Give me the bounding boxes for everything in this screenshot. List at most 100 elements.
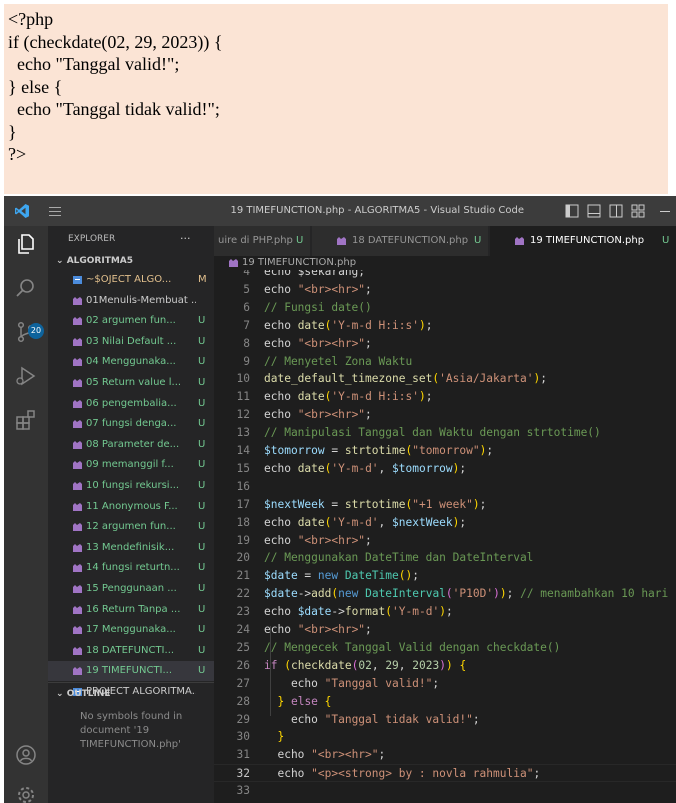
file-item[interactable]: 04 Menggunaka... U — [48, 352, 214, 372]
code-line[interactable]: 21 $date = new DateTime(); — [214, 567, 676, 585]
code-line[interactable]: 25 // Mengecek Tanggal Valid dengan check… — [214, 639, 676, 657]
code-line[interactable]: 28 } else { — [214, 693, 676, 711]
php-file-icon — [73, 358, 82, 367]
code-line[interactable]: 27 echo "Tanggal valid!"; — [214, 675, 676, 693]
file-item[interactable]: 03 Nilai Default ... U — [48, 332, 214, 352]
code-line[interactable]: 33 — [214, 782, 676, 800]
code-line[interactable]: 6 // Fungsi date() — [214, 299, 676, 317]
files-icon[interactable] — [14, 232, 38, 256]
tab-2[interactable]: 18 DATEFUNCTION.php U — [312, 226, 488, 256]
line-source: echo "<br><hr>"; — [264, 406, 372, 424]
code-line[interactable]: 20 // Menggunakan DateTime dan DateInterv… — [214, 549, 676, 567]
code-token: () — [398, 569, 413, 583]
code-line[interactable]: 5 echo "<br><hr>"; — [214, 281, 676, 299]
code-token: ; — [459, 515, 467, 529]
code-line[interactable]: 7 echo date('Y-m-d H:i:s'); — [214, 317, 676, 335]
file-item[interactable]: ~$OJECT ALGO... M — [48, 270, 214, 290]
run-debug-icon[interactable] — [14, 364, 38, 388]
file-item[interactable]: 06 pengembalia... U — [48, 394, 214, 414]
code-token: , — [378, 461, 393, 475]
account-icon[interactable] — [14, 743, 38, 767]
file-item[interactable]: 15 Penggunaan ... U — [48, 579, 214, 599]
file-item[interactable]: 01Menulis-Membuat ... — [48, 291, 214, 311]
file-item[interactable]: 02 argumen fun... U — [48, 311, 214, 331]
code-line[interactable]: 29 echo "Tanggal tidak valid!"; — [214, 711, 676, 729]
activity-bar: 20 — [4, 226, 48, 803]
code-line[interactable]: 32 echo "<p><strong> by : novla rahmulia… — [214, 764, 676, 783]
snippet-line: } — [8, 121, 17, 142]
php-file-icon — [73, 523, 82, 532]
code-line[interactable]: 8 echo "<br><hr>"; — [214, 335, 676, 353]
file-item[interactable]: 13 Mendefinisik... U — [48, 538, 214, 558]
code-line[interactable]: 17 $nextWeek = strtotime("+1 week"); — [214, 496, 676, 514]
code-token: // Menggunakan DateTime dan DateInterval — [264, 551, 534, 565]
code-line[interactable]: 4 echo $sekarang; — [214, 270, 676, 281]
file-item[interactable]: 09 memanggil f... U — [48, 455, 214, 475]
php-file-icon — [515, 237, 524, 245]
code-token: // Menyetel Zona Waktu — [264, 354, 413, 368]
code-token: ; — [533, 767, 541, 781]
tab-1[interactable]: uire di PHP.php U — [214, 226, 310, 256]
file-git-status: U — [198, 335, 206, 347]
file-item[interactable]: 10 fungsi rekursi... U — [48, 476, 214, 496]
code-line[interactable]: 12 echo "<br><hr>"; — [214, 406, 676, 424]
php-file-icon — [73, 296, 82, 305]
file-item[interactable]: 07 fungsi denga... U — [48, 414, 214, 434]
code-line[interactable]: 24 echo "<br><hr>"; — [214, 621, 676, 639]
file-item[interactable]: 19 TIMEFUNCTI... U — [48, 661, 214, 682]
code-token: echo — [264, 282, 298, 296]
code-line[interactable]: 13 // Manipulasi Tanggal dan Waktu dengan… — [214, 424, 676, 442]
code-line[interactable]: 18 echo date('Y-m-d', $nextWeek); — [214, 514, 676, 532]
php-file-icon — [337, 237, 346, 245]
search-icon[interactable] — [14, 276, 38, 300]
toggle-sidebar-icon — [565, 204, 579, 218]
file-item[interactable]: 11 Anonymous F... U — [48, 497, 214, 517]
file-item[interactable]: 05 Return value l... U — [48, 373, 214, 393]
code-token: ) — [499, 587, 507, 601]
code-token: echo — [264, 605, 298, 619]
file-item[interactable]: 12 argumen fun... U — [48, 517, 214, 537]
file-item[interactable]: 16 Return Tanpa ... U — [48, 600, 214, 620]
code-line[interactable]: 30 } — [214, 728, 676, 746]
explorer-title: EXPLORER — [68, 234, 116, 244]
tab-3[interactable]: 19 TIMEFUNCTION.php U — [490, 226, 676, 256]
file-git-status: U — [198, 315, 206, 327]
line-number: 13 — [236, 426, 250, 440]
code-line[interactable]: 31 echo "<br><hr>"; — [214, 746, 676, 764]
file-item[interactable]: 08 Parameter de... U — [48, 435, 214, 455]
line-source: } else { — [264, 693, 331, 711]
code-line[interactable]: 9 // Menyetel Zona Waktu — [214, 353, 676, 371]
code-token: echo — [264, 461, 298, 475]
code-line[interactable]: 19 echo "<br><hr>"; — [214, 532, 676, 550]
extensions-icon[interactable] — [14, 408, 38, 432]
breadcrumb[interactable]: 19 TIMEFUNCTION.php — [214, 256, 676, 270]
php-file-icon — [73, 626, 82, 635]
code-line[interactable]: 22 $date->add(new DateInterval('P10D')); … — [214, 585, 676, 603]
settings-gear-icon[interactable] — [14, 783, 38, 803]
file-git-status: U — [198, 665, 206, 677]
file-name: 17 Menggunaka... — [86, 624, 176, 636]
code-line[interactable]: 23 echo $date->format('Y-m-d'); — [214, 603, 676, 621]
outline-section-header[interactable]: ⌄ OUTLINE — [48, 682, 214, 704]
code-editor[interactable]: 4 echo $sekarang; 5 echo "<br><hr>"; 6 // Fun… — [214, 270, 676, 803]
file-item[interactable]: 14 fungsi returtn... U — [48, 558, 214, 578]
code-line[interactable]: 14 $tomorrow = strtotime("tomorrow"); — [214, 442, 676, 460]
code-line[interactable]: 10 date_default_timezone_set('Asia/Jakart… — [214, 370, 676, 388]
line-number: 31 — [236, 748, 250, 762]
line-number: 18 — [236, 515, 250, 529]
file-item[interactable]: 18 DATEFUNCTI... U — [48, 641, 214, 661]
code-line[interactable]: 11 echo date('Y-m-d H:i:s'); — [214, 388, 676, 406]
code-line[interactable]: 26 if (checkdate(02, 29, 2023)) { — [214, 657, 676, 675]
folder-algoritma5[interactable]: ⌄ ALGORITMA5 — [48, 252, 214, 270]
file-name: 18 DATEFUNCTI... — [86, 644, 175, 656]
code-token: ; — [365, 336, 372, 350]
layout-controls[interactable] — [564, 204, 674, 218]
scm-badge: 20 — [28, 323, 44, 339]
more-actions-icon[interactable]: ··· — [180, 226, 191, 252]
code-line[interactable]: 16 — [214, 478, 676, 496]
code-line[interactable]: 15 echo date('Y-m-d', $tomorrow); — [214, 460, 676, 478]
file-git-status: U — [198, 562, 206, 574]
file-item[interactable]: 17 Menggunaka... U — [48, 620, 214, 640]
file-name: 11 Anonymous F... — [86, 500, 178, 512]
